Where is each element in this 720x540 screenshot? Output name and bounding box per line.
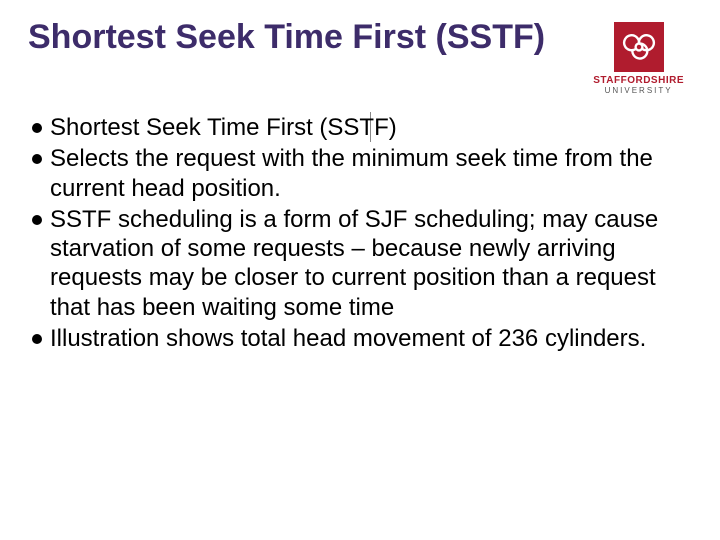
list-item: Illustration shows total head movement o… bbox=[28, 324, 682, 353]
list-item: Shortest Seek Time First (SSTF) bbox=[28, 113, 682, 142]
biohazard-icon bbox=[622, 30, 656, 64]
content-area: Shortest Seek Time First (SSTF) Selects … bbox=[28, 113, 692, 353]
bullet-list: Shortest Seek Time First (SSTF) Selects … bbox=[28, 113, 682, 353]
slide: Shortest Seek Time First (SSTF) STAFFORD… bbox=[0, 0, 720, 540]
list-item: SSTF scheduling is a form of SJF schedul… bbox=[28, 205, 682, 322]
header: Shortest Seek Time First (SSTF) STAFFORD… bbox=[28, 18, 692, 95]
logo-text-main: STAFFORDSHIRE bbox=[593, 75, 684, 86]
list-item: Selects the request with the minimum see… bbox=[28, 144, 682, 203]
logo-mark bbox=[614, 22, 664, 72]
logo-text-sub: UNIVERSITY bbox=[605, 86, 673, 95]
university-logo: STAFFORDSHIRE UNIVERSITY bbox=[593, 22, 684, 95]
slide-title: Shortest Seek Time First (SSTF) bbox=[28, 18, 545, 57]
